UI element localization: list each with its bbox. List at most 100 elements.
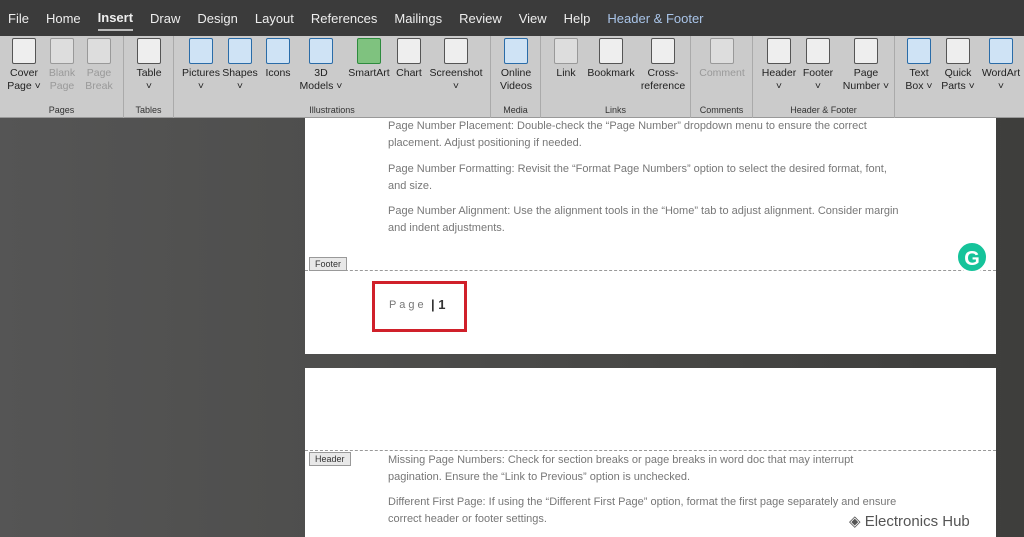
table-icon — [137, 38, 161, 64]
page-break-icon — [87, 38, 111, 64]
tab-header-footer[interactable]: Header & Footer — [607, 7, 703, 30]
bookmark-button[interactable]: Bookmark — [585, 38, 637, 80]
footer-boundary — [305, 270, 996, 271]
label: Comment — [699, 67, 745, 79]
footer-icon — [806, 38, 830, 64]
label: Page ˅ — [7, 80, 41, 92]
label: ˅ — [775, 80, 783, 92]
group-links: Link Bookmark Cross-reference Links — [541, 36, 691, 118]
3d-models-button[interactable]: 3D Models ˅ — [298, 38, 344, 93]
header-boundary — [305, 450, 996, 451]
comment-button[interactable]: Comment — [697, 38, 747, 80]
label: Table — [136, 67, 162, 79]
document-page-1[interactable]: Page Number Placement: Double-check the … — [305, 118, 996, 354]
cross-reference-button[interactable]: Cross-reference — [639, 38, 687, 93]
label: ˅ — [236, 80, 244, 92]
bookmark-icon — [599, 38, 623, 64]
header-icon — [767, 38, 791, 64]
group-label: Comments — [699, 105, 744, 115]
label: Videos — [500, 80, 532, 92]
pictures-button[interactable]: Pictures ˅ — [180, 38, 222, 93]
footer-tag[interactable]: Footer — [309, 257, 348, 271]
cover-page-button[interactable]: Cover Page ˅ — [6, 38, 42, 93]
header-tag[interactable]: Header — [309, 452, 351, 466]
label: Bookmark — [587, 67, 635, 79]
tab-review[interactable]: Review — [459, 7, 502, 30]
label: Header — [761, 67, 797, 79]
tab-view[interactable]: View — [519, 7, 547, 30]
pictures-icon — [189, 38, 213, 64]
label: Page — [853, 67, 879, 79]
group-label: Media — [503, 105, 528, 115]
cover-page-icon — [12, 38, 36, 64]
label: Chart — [396, 67, 422, 79]
tab-mailings[interactable]: Mailings — [394, 7, 442, 30]
label: ˅ — [997, 80, 1005, 92]
label: Page — [49, 80, 75, 92]
label: Box ˅ — [905, 80, 933, 92]
shapes-icon — [228, 38, 252, 64]
label: Cover — [9, 67, 38, 79]
group-label: Illustrations — [309, 105, 355, 115]
ribbon-tabs: File Home Insert Draw Design Layout Refe… — [0, 0, 1024, 36]
label: Pictures — [182, 67, 220, 79]
label: Page — [86, 67, 112, 79]
tab-file[interactable]: File — [8, 7, 29, 30]
chart-button[interactable]: Chart — [394, 38, 424, 80]
label: 3D — [314, 67, 328, 79]
smartart-button[interactable]: SmartArt — [346, 38, 392, 80]
shapes-button[interactable]: Shapes ˅ — [222, 38, 258, 93]
group-label: Header & Footer — [790, 105, 857, 115]
paragraph: Page Number Alignment: Use the alignment… — [388, 205, 899, 234]
electronics-hub-logo-icon: ◈ — [849, 513, 865, 530]
ribbon: Cover Page ˅ Blank Page Page Break Pages Ta… — [0, 36, 1024, 118]
tab-insert[interactable]: Insert — [97, 6, 134, 31]
tab-home[interactable]: Home — [46, 7, 81, 30]
tab-draw[interactable]: Draw — [150, 7, 180, 30]
paragraph: Page Number Formatting: Revisit the “For… — [388, 163, 887, 192]
header-button[interactable]: Header ˅ — [759, 38, 799, 93]
group-label: Pages — [48, 105, 75, 115]
paragraph: Missing Page Numbers: Check for section … — [388, 454, 854, 483]
quick-parts-button[interactable]: Quick Parts ˅ — [939, 38, 977, 93]
online-videos-button[interactable]: Online Videos — [498, 38, 534, 93]
tab-design[interactable]: Design — [197, 7, 237, 30]
grammarly-icon[interactable]: G — [956, 241, 988, 273]
cross-reference-icon — [651, 38, 675, 64]
label: SmartArt — [348, 67, 390, 79]
label: Break — [85, 80, 113, 92]
label: Quick — [944, 67, 972, 79]
page-number-button[interactable]: Page Number ˅ — [841, 38, 891, 93]
cube-icon — [309, 38, 333, 64]
online-video-icon — [504, 38, 528, 64]
comment-icon — [710, 38, 734, 64]
tab-layout[interactable]: Layout — [255, 7, 294, 30]
icons-button[interactable]: Icons — [262, 38, 294, 80]
smartart-icon — [357, 38, 381, 64]
blank-page-icon — [50, 38, 74, 64]
tab-references[interactable]: References — [311, 7, 377, 30]
screenshot-button[interactable]: Screenshot ˅ — [428, 38, 484, 93]
paragraph: Different First Page: If using the “Diff… — [388, 496, 897, 525]
text-box-icon — [907, 38, 931, 64]
group-label: Links — [604, 105, 626, 115]
group-illustrations: Pictures ˅ Shapes ˅ Icons 3D Models ˅ Smart… — [174, 36, 491, 118]
text-box-button[interactable]: Text Box ˅ — [901, 38, 937, 93]
quick-parts-icon — [946, 38, 970, 64]
wordart-button[interactable]: WordArt ˅ — [979, 38, 1023, 93]
label: Models ˅ — [299, 80, 343, 92]
label: Text — [909, 67, 929, 79]
label: Online — [500, 67, 532, 79]
label: Cross- — [647, 67, 679, 79]
page-number-field[interactable]: | 1 — [431, 297, 445, 312]
table-button[interactable]: Table ˅ — [132, 38, 166, 93]
label: Blank — [48, 67, 76, 79]
blank-page-button[interactable]: Blank Page — [45, 38, 79, 93]
footer-button[interactable]: Footer ˅ — [799, 38, 837, 93]
wordart-icon — [989, 38, 1013, 64]
page-break-button[interactable]: Page Break — [82, 38, 116, 93]
group-text: Text Box ˅ Quick Parts ˅ WordArt ˅ — [895, 36, 1024, 118]
tab-help[interactable]: Help — [564, 7, 591, 30]
group-label: Tables — [135, 105, 162, 115]
link-button[interactable]: Link — [551, 38, 581, 80]
